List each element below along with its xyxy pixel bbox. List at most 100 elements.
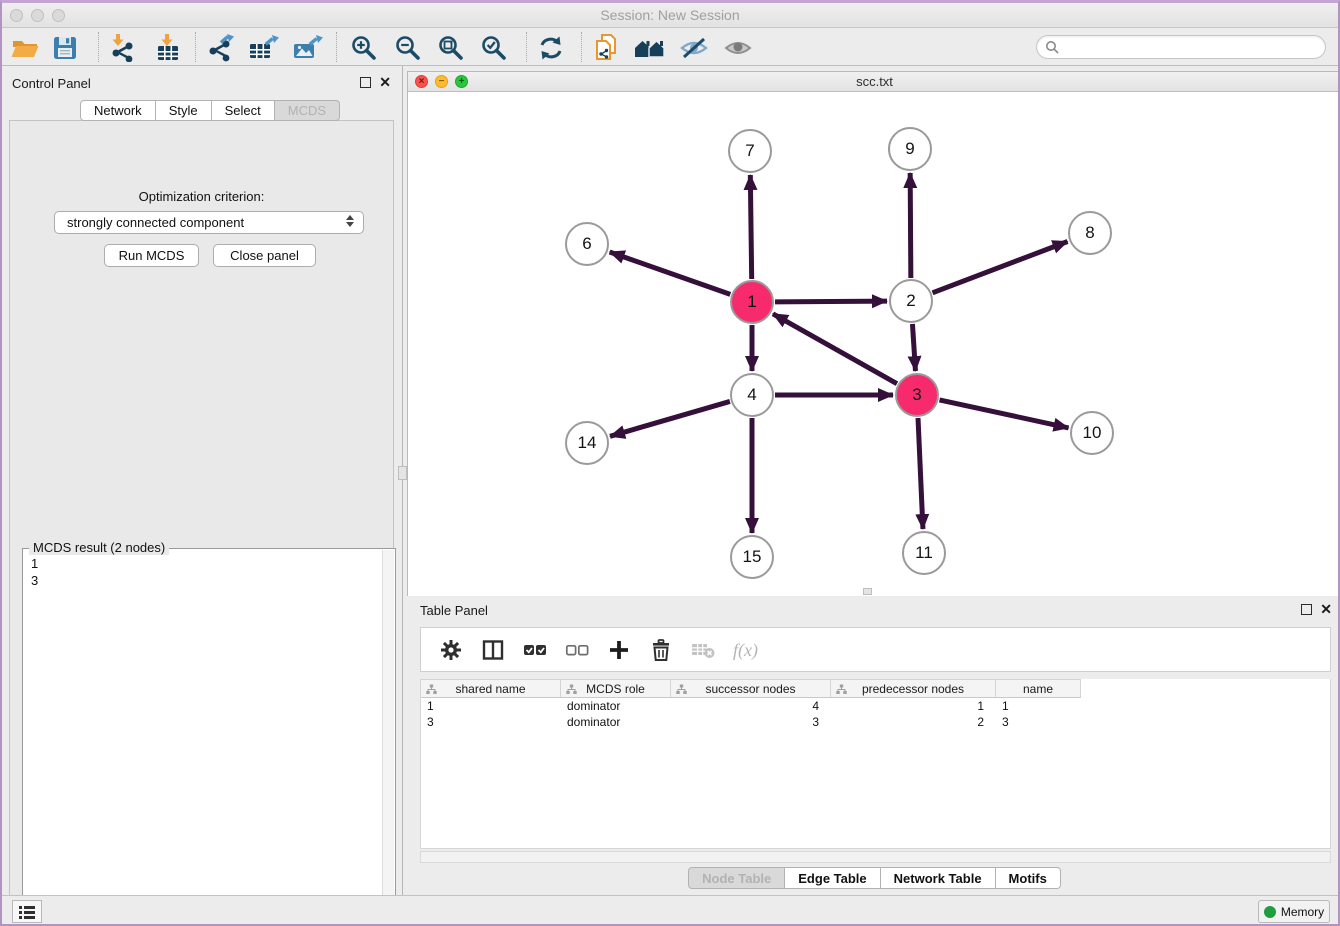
edge-2-9[interactable] — [910, 173, 911, 278]
node-14[interactable]: 14 — [565, 421, 609, 465]
table-row[interactable]: 3dominator323 — [421, 714, 1330, 730]
tab-style[interactable]: Style — [156, 100, 212, 121]
edge-1-2[interactable] — [775, 301, 887, 302]
cell-successor-nodes[interactable]: 4 — [671, 698, 831, 714]
node-1[interactable]: 1 — [730, 280, 774, 324]
network-view-window: × − + scc.txt 1 2 3 4 6 7 8 9 10 11 14 15 — [407, 71, 1340, 596]
open-network-file-icon[interactable] — [589, 34, 623, 62]
node-3[interactable]: 3 — [895, 373, 939, 417]
edge-2-3[interactable] — [912, 324, 915, 371]
main-toolbar — [2, 28, 1338, 66]
tab-edge-table[interactable]: Edge Table — [785, 867, 880, 889]
search-input[interactable] — [1059, 40, 1325, 54]
edge-1-7[interactable] — [750, 175, 751, 279]
import-table-icon[interactable] — [152, 34, 186, 62]
column-header-MCDS-role[interactable]: MCDS role — [561, 679, 671, 698]
task-history-button[interactable] — [12, 900, 42, 923]
zoom-fit-icon[interactable] — [434, 34, 468, 62]
column-header-name[interactable]: name — [996, 679, 1081, 698]
table-panel: Table Panel ✕ — [407, 598, 1340, 891]
export-network-icon[interactable] — [203, 34, 237, 62]
table-panel-close-button[interactable]: ✕ — [1320, 604, 1332, 615]
cell-name[interactable]: 3 — [996, 714, 1081, 730]
node-11[interactable]: 11 — [902, 531, 946, 575]
tab-network-table[interactable]: Network Table — [881, 867, 996, 889]
table-horizontal-scrollbar[interactable] — [420, 851, 1331, 863]
hide-graphics-details-icon[interactable] — [677, 34, 711, 62]
edge-2-8[interactable] — [933, 242, 1068, 293]
show-graphics-details-icon[interactable] — [721, 34, 755, 62]
cell-predecessor-nodes[interactable]: 2 — [831, 714, 996, 730]
run-mcds-button[interactable]: Run MCDS — [104, 244, 199, 267]
cell-shared-name[interactable]: 1 — [421, 698, 561, 714]
export-image-icon[interactable] — [290, 34, 324, 62]
cell-MCDS-role[interactable]: dominator — [561, 714, 671, 730]
mcds-tab-content: Optimization criterion: strongly connect… — [9, 120, 394, 926]
home-layout-icon[interactable] — [633, 34, 667, 62]
window-titlebar: Session: New Session — [2, 3, 1338, 28]
edge-3-11[interactable] — [918, 418, 923, 529]
node-10[interactable]: 10 — [1070, 411, 1114, 455]
table-settings-icon[interactable] — [437, 636, 465, 664]
node-7[interactable]: 7 — [728, 129, 772, 173]
function-builder-icon: f(x) — [731, 636, 759, 664]
refresh-view-icon[interactable] — [534, 34, 568, 62]
cell-successor-nodes[interactable]: 3 — [671, 714, 831, 730]
delete-table-icon — [689, 636, 717, 664]
close-panel-button[interactable]: Close panel — [213, 244, 316, 267]
column-tree-icon — [426, 684, 437, 695]
node-9[interactable]: 9 — [888, 127, 932, 171]
open-session-icon[interactable] — [8, 34, 42, 62]
table-row[interactable]: 1dominator411 — [421, 698, 1330, 714]
control-panel-close-button[interactable]: ✕ — [379, 77, 391, 88]
node-table[interactable]: shared nameMCDS rolesuccessor nodesprede… — [420, 679, 1331, 849]
tab-network[interactable]: Network — [80, 100, 156, 121]
optimization-criterion-dropdown[interactable]: strongly connected component — [54, 211, 364, 234]
node-6[interactable]: 6 — [565, 222, 609, 266]
tab-motifs[interactable]: Motifs — [996, 867, 1061, 889]
edge-3-10[interactable] — [939, 400, 1068, 428]
tab-node-table[interactable]: Node Table — [688, 867, 785, 889]
node-2[interactable]: 2 — [889, 279, 933, 323]
network-window-titlebar[interactable]: × − + scc.txt — [408, 72, 1340, 92]
tab-select[interactable]: Select — [212, 100, 275, 121]
column-header-successor-nodes[interactable]: successor nodes — [671, 679, 831, 698]
tab-mcds[interactable]: MCDS — [275, 100, 340, 121]
export-table-icon[interactable] — [246, 34, 280, 62]
search-icon — [1045, 40, 1059, 54]
cell-MCDS-role[interactable]: dominator — [561, 698, 671, 714]
cell-predecessor-nodes[interactable]: 1 — [831, 698, 996, 714]
import-network-icon[interactable] — [106, 34, 140, 62]
save-session-icon[interactable] — [48, 34, 82, 62]
cell-shared-name[interactable]: 3 — [421, 714, 561, 730]
add-column-icon[interactable] — [605, 636, 633, 664]
memory-button[interactable]: Memory — [1258, 900, 1330, 923]
network-canvas[interactable]: 1 2 3 4 6 7 8 9 10 11 14 15 — [408, 92, 1340, 596]
table-panel-float-button[interactable] — [1301, 604, 1312, 615]
zoom-in-icon[interactable] — [347, 34, 381, 62]
mcds-result-scrollbar[interactable] — [382, 550, 394, 921]
mcds-result-text[interactable]: 1 3 — [25, 555, 381, 920]
panel-divider[interactable] — [402, 66, 403, 895]
unselect-all-columns-icon[interactable] — [563, 636, 591, 664]
column-header-predecessor-nodes[interactable]: predecessor nodes — [831, 679, 996, 698]
control-panel-float-button[interactable] — [360, 77, 371, 88]
status-bar: Memory — [2, 895, 1338, 926]
node-8[interactable]: 8 — [1068, 211, 1112, 255]
column-header-shared-name[interactable]: shared name — [421, 679, 561, 698]
cell-name[interactable]: 1 — [996, 698, 1081, 714]
memory-status-icon — [1264, 906, 1276, 918]
zoom-selected-icon[interactable] — [477, 34, 511, 62]
show-column-panel-icon[interactable] — [479, 636, 507, 664]
edge-3-1[interactable] — [773, 314, 897, 384]
edge-1-6[interactable] — [610, 252, 731, 294]
node-15[interactable]: 15 — [730, 535, 774, 579]
select-all-columns-icon[interactable] — [521, 636, 549, 664]
zoom-out-icon[interactable] — [391, 34, 425, 62]
network-edges — [408, 92, 1340, 596]
canvas-split-handle[interactable] — [863, 588, 872, 595]
delete-column-icon[interactable] — [647, 636, 675, 664]
edge-4-14[interactable] — [610, 401, 730, 436]
node-4[interactable]: 4 — [730, 373, 774, 417]
search-field[interactable] — [1036, 35, 1326, 59]
